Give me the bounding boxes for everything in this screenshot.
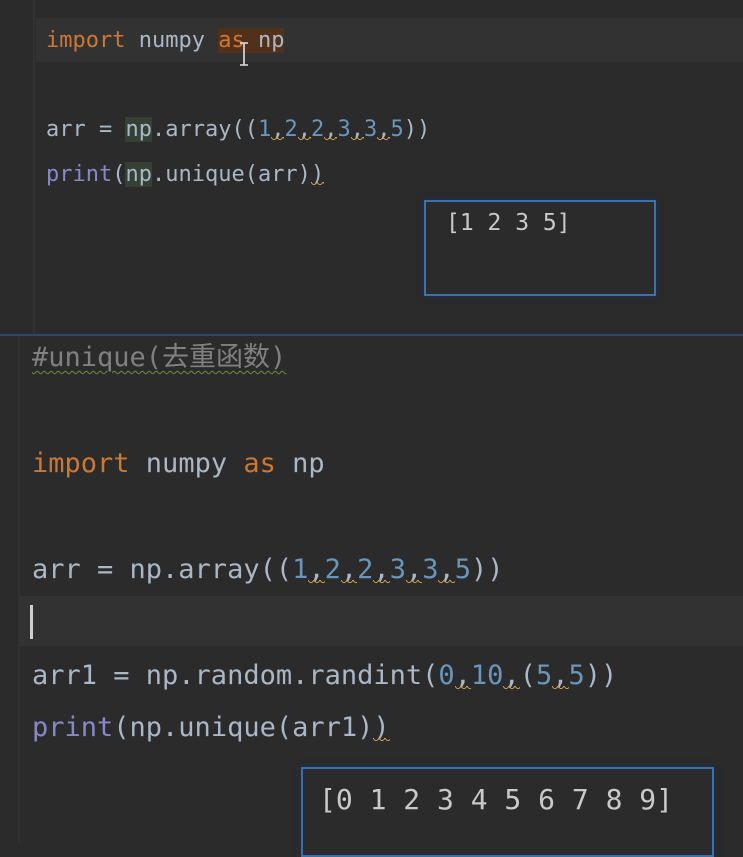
code-line-randint[interactable]: arr1 = np.random.randint(0,10,(5,5)) [32,658,617,694]
text-cursor-icon [240,42,248,66]
output-text: [1 2 3 5] [446,210,571,236]
comma-warning: , [438,554,455,585]
code-line-array[interactable]: arr = np.array((1,2,2,3,3,5)) [46,115,430,145]
comma-warning: , [405,554,423,585]
paren-warning: ) [310,162,325,187]
keyword-import: import [46,28,126,53]
comma-warning: , [377,117,391,142]
keyword-import: import [32,448,130,479]
comma-warning: , [552,660,569,691]
np-reference: np [125,162,152,187]
comma-warning: , [297,117,311,142]
output-text: [0 1 2 3 4 5 6 7 8 9] [319,783,674,816]
top-editor-pane[interactable]: import numpy as np arr = np.array((1,2,2… [0,0,743,334]
keyword-as: as [243,448,276,479]
code-line-print[interactable]: print(np.unique(arr)) [46,160,324,190]
module-name: numpy [125,28,219,53]
builtin-print: print [32,712,114,743]
code-line-comment[interactable]: #unique(去重函数) [32,340,286,376]
gutter-divider [33,0,35,334]
comma-warning: , [373,554,390,585]
text-caret [30,605,33,639]
paren-warning: ) [373,712,390,743]
alias-name: np [275,448,325,479]
code-line-print[interactable]: print(np.unique(arr1)) [32,710,390,746]
comma-warning: , [324,117,338,142]
output-box: [0 1 2 3 4 5 6 7 8 9] [301,767,714,857]
current-line-highlight [20,596,743,646]
code-line-import[interactable]: import numpy as np [32,446,325,482]
output-box: [1 2 3 5] [424,200,656,296]
comma-warning: , [350,117,364,142]
comma-warning: , [454,660,471,691]
comment-text: #unique(去重函数) [32,342,287,373]
comma-warning: , [340,554,358,585]
comma-warning: , [271,117,285,142]
builtin-print: print [46,162,113,187]
alias-name: np [244,28,285,53]
np-reference: np [125,117,152,142]
gutter-divider [18,336,20,842]
comma-warning: , [503,660,520,691]
code-line-array[interactable]: arr = np.array((1,2,2,3,3,5)) [32,552,504,588]
comma-warning: , [308,554,325,585]
module-name: numpy [129,448,244,479]
